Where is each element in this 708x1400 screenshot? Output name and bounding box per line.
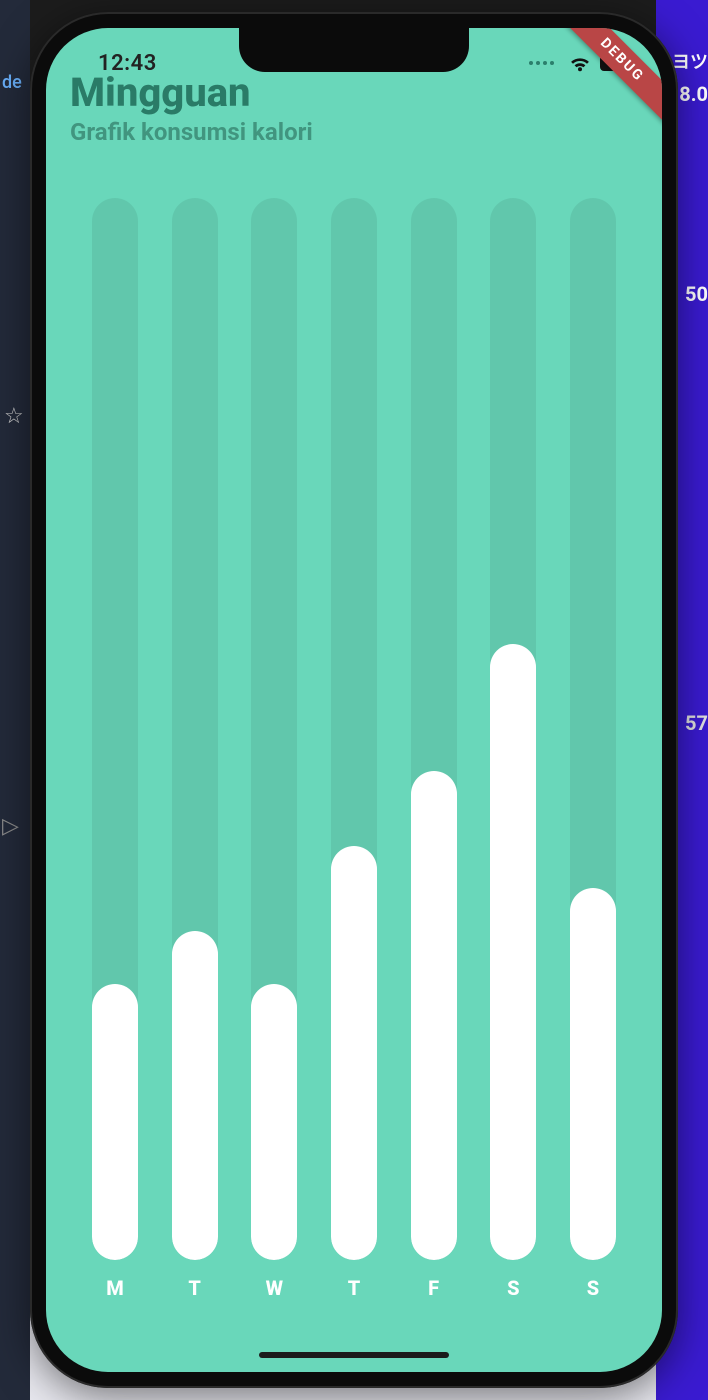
bar-col[interactable]: F: [409, 198, 459, 1304]
bar-track: [172, 198, 218, 1260]
backdrop-right-number-b: 50: [685, 282, 708, 306]
backdrop-right-glyph: ヨツ: [672, 48, 708, 74]
bar-track: [570, 198, 616, 1260]
phone-screen: DEBUG 12:43 Mingguan Grafik konsumsi kal…: [46, 28, 662, 1372]
backdrop-link-fragment: de: [0, 72, 22, 93]
bar-col[interactable]: S: [568, 198, 618, 1304]
bar-col[interactable]: S: [488, 198, 538, 1304]
bar-fill: [490, 644, 536, 1260]
bar-track: [490, 198, 536, 1260]
bar-fill: [251, 984, 297, 1260]
bar-col[interactable]: T: [170, 198, 220, 1304]
bar-track: [331, 198, 377, 1260]
bar-fill: [92, 984, 138, 1260]
weekly-calorie-chart: MTWTFSS: [90, 198, 618, 1304]
more-dots-icon: [529, 61, 554, 65]
backdrop-right-number-c: 57: [685, 711, 708, 735]
wifi-icon: [568, 54, 592, 72]
bar-col[interactable]: M: [90, 198, 140, 1304]
page-subtitle: Grafik konsumsi kalori: [70, 118, 638, 146]
home-indicator[interactable]: [259, 1352, 449, 1358]
bar-label: T: [188, 1276, 201, 1300]
bar-label: M: [106, 1276, 124, 1300]
bar-track: [92, 198, 138, 1260]
backdrop-right-number-a: 8.0: [679, 82, 708, 106]
bar-fill: [570, 888, 616, 1260]
bar-label: S: [587, 1276, 599, 1300]
status-time: 12:43: [98, 51, 157, 76]
bar-col[interactable]: T: [329, 198, 379, 1304]
bar-track: [411, 198, 457, 1260]
bar-label: S: [507, 1276, 519, 1300]
star-icon: ☆: [4, 404, 24, 429]
bar-label: F: [428, 1276, 439, 1300]
bar-fill: [411, 771, 457, 1260]
bar-track: [251, 198, 297, 1260]
bar-fill: [331, 846, 377, 1260]
play-icon: ▷: [2, 814, 19, 839]
device-notch: [239, 28, 469, 72]
bar-fill: [172, 931, 218, 1260]
bar-label: W: [266, 1276, 283, 1300]
bar-col[interactable]: W: [249, 198, 299, 1304]
bar-label: T: [348, 1276, 361, 1300]
phone-frame: DEBUG 12:43 Mingguan Grafik konsumsi kal…: [30, 12, 678, 1388]
